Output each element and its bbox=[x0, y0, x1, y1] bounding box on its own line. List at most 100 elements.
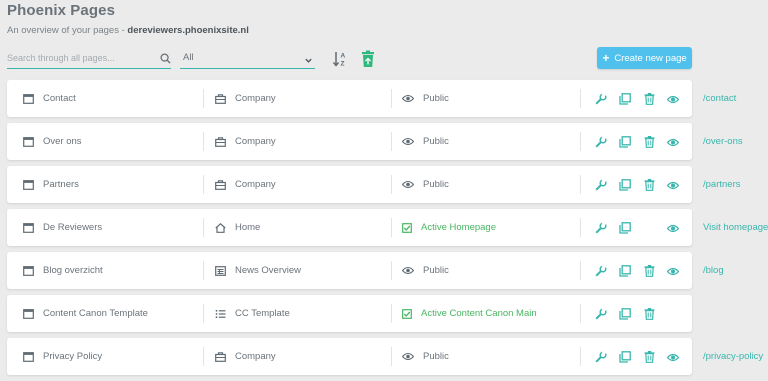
column-divider bbox=[391, 89, 392, 108]
trash-icon[interactable] bbox=[643, 136, 655, 148]
page-name-cell: Privacy Policy bbox=[23, 338, 203, 375]
page-name: Privacy Policy bbox=[43, 351, 103, 362]
page-link[interactable]: /contact bbox=[703, 80, 736, 117]
plus-icon: + bbox=[602, 51, 610, 65]
column-divider bbox=[391, 261, 392, 280]
trash-restore-icon[interactable] bbox=[361, 50, 375, 68]
svg-text:A: A bbox=[341, 53, 346, 60]
eye-icon[interactable] bbox=[667, 93, 679, 105]
row-actions bbox=[591, 252, 691, 289]
wrench-icon[interactable] bbox=[595, 93, 607, 105]
copy-icon[interactable] bbox=[619, 93, 631, 105]
page-filter-select[interactable]: All bbox=[180, 48, 315, 69]
column-divider bbox=[203, 347, 204, 366]
page-type-cell: Company bbox=[215, 80, 395, 117]
eye-icon[interactable] bbox=[667, 136, 679, 148]
column-divider bbox=[203, 175, 204, 194]
copy-icon[interactable] bbox=[619, 136, 631, 148]
page-title: Phoenix Pages bbox=[7, 2, 116, 19]
sort-az-icon[interactable]: A Z bbox=[332, 50, 347, 68]
trash-icon[interactable] bbox=[643, 265, 655, 277]
eye-icon bbox=[402, 352, 414, 361]
page-status: Public bbox=[423, 351, 449, 362]
page-status: Active Homepage bbox=[421, 222, 496, 233]
copy-icon[interactable] bbox=[619, 265, 631, 277]
wrench-icon[interactable] bbox=[595, 308, 607, 320]
copy-icon[interactable] bbox=[619, 222, 631, 234]
filter-value: All bbox=[183, 52, 194, 63]
wrench-icon[interactable] bbox=[595, 351, 607, 363]
page-status-cell: Public bbox=[402, 80, 582, 117]
page-type: Company bbox=[235, 136, 276, 147]
page-link[interactable]: /over-ons bbox=[703, 123, 743, 160]
page-row: Partners Company Public bbox=[7, 166, 692, 203]
create-page-button[interactable]: + Create new page bbox=[597, 47, 692, 69]
column-divider bbox=[580, 347, 581, 366]
page-link[interactable]: /blog bbox=[703, 252, 724, 289]
news-icon bbox=[215, 265, 226, 276]
copy-icon[interactable] bbox=[619, 179, 631, 191]
page-name-cell: Blog overzicht bbox=[23, 252, 203, 289]
briefcase-icon bbox=[215, 179, 226, 190]
search-bar bbox=[7, 48, 171, 69]
page-link[interactable]: /partners bbox=[703, 166, 741, 203]
page-row: De Reviewers Home Active Homepage bbox=[7, 209, 692, 246]
wrench-icon[interactable] bbox=[595, 136, 607, 148]
page-row: Over ons Company Public bbox=[7, 123, 692, 160]
column-divider bbox=[580, 175, 581, 194]
page-type: CC Template bbox=[235, 308, 290, 319]
column-divider bbox=[203, 261, 204, 280]
trash-icon[interactable] bbox=[643, 308, 655, 320]
page-name: Over ons bbox=[43, 136, 82, 147]
wrench-icon[interactable] bbox=[595, 265, 607, 277]
eye-icon[interactable] bbox=[667, 351, 679, 363]
eye-icon[interactable] bbox=[667, 179, 679, 191]
copy-icon[interactable] bbox=[619, 351, 631, 363]
page-name-cell: Partners bbox=[23, 166, 203, 203]
page-status: Public bbox=[423, 93, 449, 104]
wrench-icon[interactable] bbox=[595, 179, 607, 191]
page-name: De Reviewers bbox=[43, 222, 103, 233]
search-input[interactable] bbox=[7, 48, 147, 68]
page-type-cell: CC Template bbox=[215, 295, 395, 332]
page-icon bbox=[23, 179, 34, 190]
column-divider bbox=[580, 218, 581, 237]
page-type-cell: Company bbox=[215, 166, 395, 203]
row-actions bbox=[591, 295, 691, 332]
page-icon bbox=[23, 265, 34, 276]
trash-icon[interactable] bbox=[643, 93, 655, 105]
search-icon[interactable] bbox=[160, 51, 171, 69]
column-divider bbox=[203, 132, 204, 151]
check-square-icon bbox=[402, 308, 412, 319]
eye-icon[interactable] bbox=[667, 222, 679, 234]
trash-icon[interactable] bbox=[643, 179, 655, 191]
wrench-icon[interactable] bbox=[595, 222, 607, 234]
page-status: Public bbox=[423, 136, 449, 147]
column-divider bbox=[580, 89, 581, 108]
eye-icon bbox=[402, 180, 414, 189]
page-status-cell: Active Content Canon Main bbox=[402, 295, 582, 332]
briefcase-icon bbox=[215, 351, 226, 362]
row-actions bbox=[591, 166, 691, 203]
row-actions bbox=[591, 338, 691, 375]
trash-icon[interactable] bbox=[643, 351, 655, 363]
page-icon bbox=[23, 308, 34, 319]
page-icon bbox=[23, 351, 34, 362]
eye-icon[interactable] bbox=[667, 265, 679, 277]
page-link[interactable]: /privacy-policy bbox=[703, 338, 763, 375]
column-divider bbox=[203, 89, 204, 108]
page-link[interactable]: Visit homepage bbox=[703, 209, 768, 246]
site-domain: dereviewers.phoenixsite.nl bbox=[127, 25, 249, 36]
column-divider bbox=[391, 304, 392, 323]
row-actions bbox=[591, 80, 691, 117]
home-icon bbox=[215, 222, 226, 233]
list-icon bbox=[215, 309, 226, 319]
copy-icon[interactable] bbox=[619, 308, 631, 320]
page-type: Company bbox=[235, 93, 276, 104]
subtitle-prefix: An overview of your pages - bbox=[7, 25, 128, 36]
page-icon bbox=[23, 93, 34, 104]
page-status-cell: Active Homepage bbox=[402, 209, 582, 246]
row-actions bbox=[591, 123, 691, 160]
page-status: Public bbox=[423, 179, 449, 190]
page-name: Blog overzicht bbox=[43, 265, 103, 276]
